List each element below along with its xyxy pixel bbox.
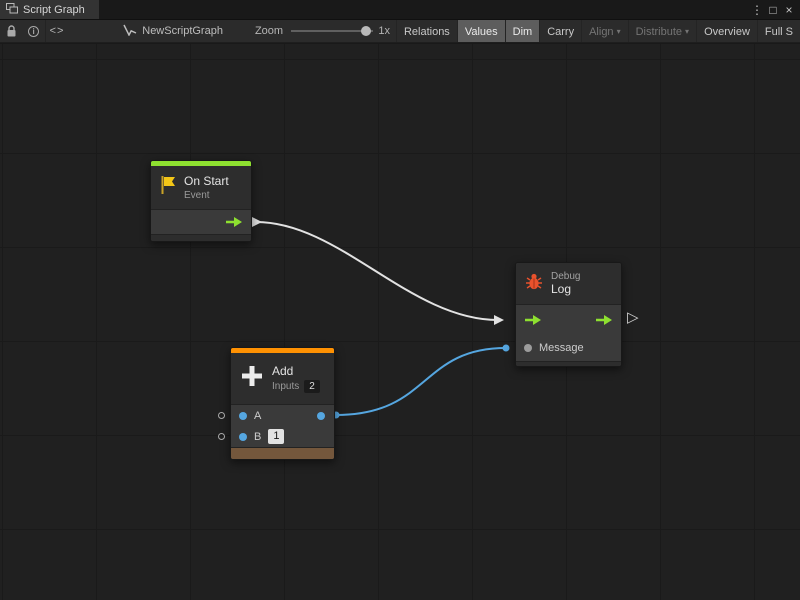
distribute-label: Distribute (636, 26, 682, 38)
values-button[interactable]: Values (457, 20, 505, 43)
align-label: Align (589, 26, 613, 38)
zoom-value: 1x (378, 25, 390, 37)
close-icon[interactable]: × (781, 3, 797, 17)
node-title: Log (551, 282, 580, 296)
bug-icon (524, 272, 544, 295)
port-row-a: A (231, 405, 334, 426)
node-subtitle: Event (184, 190, 229, 201)
message-label: Message (539, 342, 584, 354)
flow-output-port[interactable] (225, 216, 243, 228)
fullscreen-button[interactable]: Full S (757, 20, 800, 43)
message-port-row: Message (516, 335, 621, 361)
tab-title: Script Graph (23, 4, 85, 16)
input-port-b[interactable] (239, 433, 247, 441)
window-menu-icon[interactable]: ⋮ (749, 3, 765, 17)
debug-log-node[interactable]: Debug Log Message (515, 262, 622, 367)
graph-asset-reference[interactable]: NewScriptGraph (123, 24, 223, 39)
wire-start-arrow (252, 217, 262, 227)
window-controls: ⋮ □ × (749, 0, 800, 19)
toolbar-buttons: Relations Values Dim Carry Align ▾ Distr… (396, 20, 800, 42)
port-b-label: B (254, 431, 261, 443)
value-connection-wire[interactable] (336, 348, 506, 415)
flow-row (516, 305, 621, 335)
port-a-label: A (254, 410, 261, 422)
flow-output-port[interactable] (595, 314, 613, 326)
node-category: Debug (551, 271, 580, 282)
graph-toolbar: i <> NewScriptGraph Zoom 1x Relations Va… (0, 20, 800, 43)
flow-output-row (151, 210, 251, 234)
add-node[interactable]: Add Inputs 2 A B 1 (230, 347, 335, 460)
wire-end-dot (503, 345, 510, 352)
code-icon[interactable]: <> (46, 20, 68, 42)
node-title: On Start (184, 174, 229, 188)
port-b-value-field[interactable]: 1 (268, 429, 284, 444)
carry-footer-strip (231, 447, 334, 459)
input-port-a[interactable] (239, 412, 247, 420)
inputs-count-field[interactable]: 2 (304, 380, 320, 393)
flag-icon (159, 175, 177, 200)
overview-button[interactable]: Overview (696, 20, 757, 43)
chevron-down-icon: ▾ (617, 27, 621, 36)
align-dropdown[interactable]: Align ▾ (581, 20, 627, 43)
relations-button[interactable]: Relations (396, 20, 457, 43)
zoom-slider-knob[interactable] (361, 26, 371, 36)
tab-script-graph[interactable]: Script Graph (0, 0, 99, 19)
on-start-node[interactable]: On Start Event (150, 160, 252, 242)
connection-wires (0, 44, 800, 600)
zoom-label: Zoom (255, 25, 283, 37)
node-title: Add (272, 364, 320, 378)
distribute-dropdown[interactable]: Distribute ▾ (628, 20, 696, 43)
info-icon[interactable]: i (22, 20, 44, 42)
graph-name: NewScriptGraph (142, 25, 223, 37)
maximize-icon[interactable]: □ (765, 3, 781, 17)
graph-window-icon (6, 3, 18, 17)
node-footer (516, 361, 621, 366)
title-bar: Script Graph ⋮ □ × (0, 0, 800, 20)
dim-button[interactable]: Dim (505, 20, 540, 43)
carry-button[interactable]: Carry (539, 20, 581, 43)
output-port[interactable] (317, 412, 325, 420)
flow-connection-wire[interactable] (256, 222, 498, 320)
inputs-label: Inputs (272, 381, 299, 392)
graph-canvas[interactable]: On Start Event Add (0, 44, 800, 600)
node-footer (151, 234, 251, 241)
flow-input-port[interactable] (524, 314, 542, 326)
lock-icon[interactable] (0, 20, 22, 42)
chevron-down-icon: ▾ (685, 27, 689, 36)
node-header: Debug Log (516, 263, 621, 305)
unconnected-port-ring-b[interactable] (218, 433, 225, 440)
port-row-b: B 1 (231, 426, 334, 447)
node-header: Add Inputs 2 (231, 353, 334, 405)
flow-continuation-triangle: ▷ (627, 310, 639, 325)
wire-end-arrow (494, 315, 504, 325)
graph-asset-icon (123, 24, 137, 39)
message-input-port[interactable] (524, 344, 532, 352)
zoom-slider[interactable] (291, 25, 373, 37)
node-header: On Start Event (151, 166, 251, 210)
unconnected-port-ring-a[interactable] (218, 412, 225, 419)
plus-icon (239, 363, 265, 394)
